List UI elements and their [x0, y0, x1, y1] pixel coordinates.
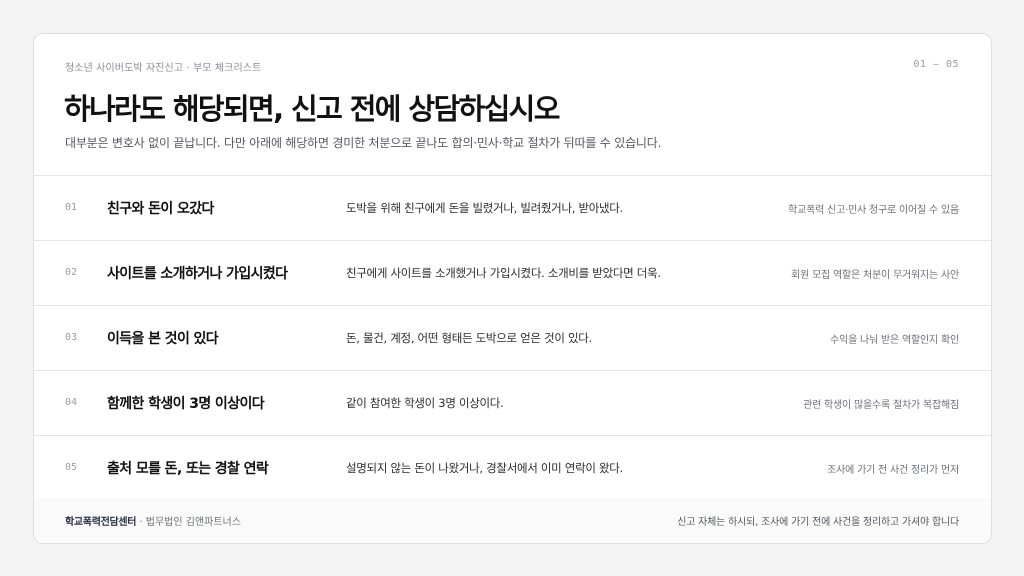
- card-header: 청소년 사이버도박 자진신고 · 부모 체크리스트 01 — 05 하나라도 해…: [34, 34, 991, 176]
- page-subtitle: 대부분은 변호사 없이 끝납니다. 다만 아래에 해당하면 경미한 처분으로 끝…: [65, 136, 662, 150]
- checklist-row: 05 출처 모를 돈, 또는 경찰 연락 설명되지 않는 돈이 나왔거나, 경찰…: [34, 436, 991, 501]
- eyebrow-text: 청소년 사이버도박 자진신고 · 부모 체크리스트: [65, 63, 262, 74]
- checklist-card: 청소년 사이버도박 자진신고 · 부모 체크리스트 01 — 05 하나라도 해…: [33, 33, 992, 544]
- row-number: 03: [65, 332, 78, 343]
- row-title: 함께한 학생이 3명 이상이다: [107, 396, 265, 412]
- row-note: 회원 모집 역할은 처분이 무거워지는 사안: [791, 270, 959, 281]
- row-number: 01: [65, 202, 78, 213]
- footer-credit: 학교폭력전담센터 · 법무법인 김앤파트너스: [65, 513, 241, 528]
- row-description: 도박을 위해 친구에게 돈을 빌렸거나, 빌려줬거나, 받아냈다.: [346, 201, 623, 215]
- row-note: 수익을 나눠 받은 역할인지 확인: [830, 335, 959, 346]
- row-note: 관련 학생이 많을수록 절차가 복잡해짐: [803, 400, 959, 411]
- page-title: 하나라도 해당되면, 신고 전에 상담하십시오: [64, 92, 560, 126]
- page-range: 01 — 05: [913, 59, 959, 70]
- row-note: 학교폭력 신고·민사 청구로 이어질 수 있음: [788, 205, 959, 216]
- checklist-row: 02 사이트를 소개하거나 가입시켰다 친구에게 사이트를 소개했거나 가입시켰…: [34, 241, 991, 306]
- row-title: 출처 모를 돈, 또는 경찰 연락: [107, 461, 269, 477]
- row-number: 02: [65, 267, 78, 278]
- checklist-row: 01 친구와 돈이 오갔다 도박을 위해 친구에게 돈을 빌렸거나, 빌려줬거나…: [34, 176, 991, 241]
- checklist-row: 03 이득을 본 것이 있다 돈, 물건, 계정, 어떤 형태든 도박으로 얻은…: [34, 306, 991, 371]
- row-description: 설명되지 않는 돈이 나왔거나, 경찰서에서 이미 연락이 왔다.: [346, 461, 623, 475]
- footer-note: 신고 자체는 하시되, 조사에 가기 전에 사건을 정리하고 가셔야 합니다: [677, 517, 959, 528]
- row-title: 친구와 돈이 오갔다: [107, 201, 214, 217]
- row-title: 사이트를 소개하거나 가입시켰다: [107, 266, 288, 282]
- footer-firm: · 법무법인 김앤파트너스: [136, 517, 241, 528]
- checklist-row: 04 함께한 학생이 3명 이상이다 같이 참여한 학생이 3명 이상이다. 관…: [34, 371, 991, 436]
- footer-org: 학교폭력전담센터: [65, 517, 137, 528]
- row-number: 04: [65, 397, 78, 408]
- checklist: 01 친구와 돈이 오갔다 도박을 위해 친구에게 돈을 빌렸거나, 빌려줬거나…: [34, 176, 991, 501]
- row-description: 같이 참여한 학생이 3명 이상이다.: [346, 396, 504, 410]
- row-title: 이득을 본 것이 있다: [107, 331, 219, 347]
- row-description: 친구에게 사이트를 소개했거나 가입시켰다. 소개비를 받았다면 더욱.: [346, 266, 661, 280]
- row-number: 05: [65, 462, 78, 473]
- card-footer: 학교폭력전담센터 · 법무법인 김앤파트너스 신고 자체는 하시되, 조사에 가…: [34, 498, 991, 543]
- row-description: 돈, 물건, 계정, 어떤 형태든 도박으로 얻은 것이 있다.: [346, 331, 592, 345]
- row-note: 조사에 가기 전 사건 정리가 먼저: [827, 465, 959, 476]
